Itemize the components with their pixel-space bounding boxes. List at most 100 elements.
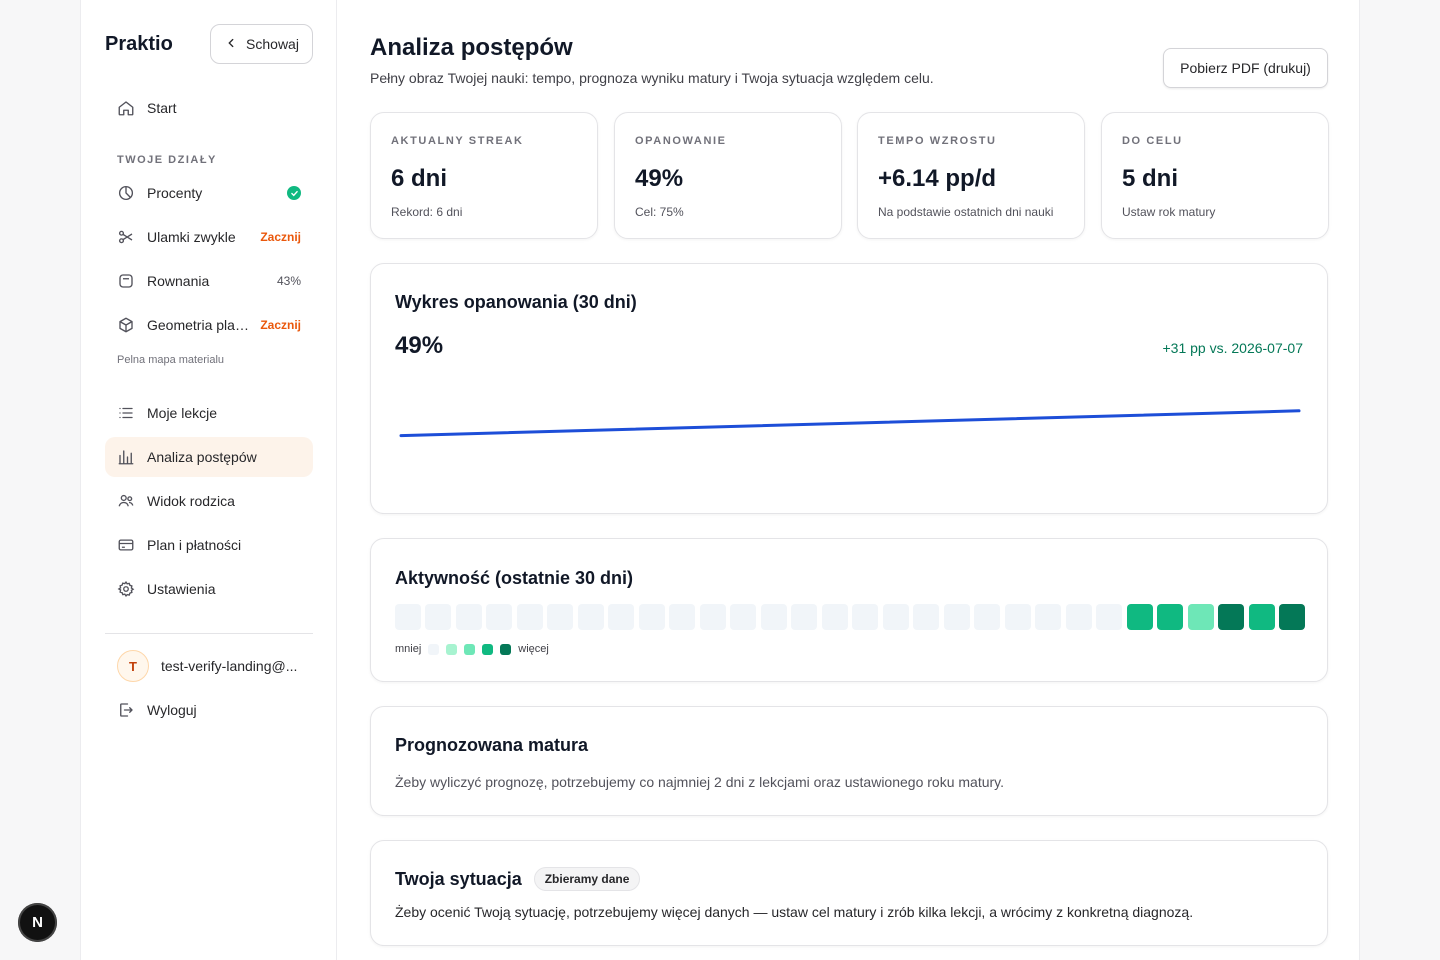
activity-day-cell xyxy=(852,604,879,630)
activity-day-cell xyxy=(1065,604,1092,630)
activity-day-cell xyxy=(1096,604,1123,630)
bar-chart-icon xyxy=(117,448,135,466)
legend-less: mniej xyxy=(395,643,422,655)
nav-start-label: Start xyxy=(147,100,177,116)
nav-analiza-postepow[interactable]: Analiza postępów xyxy=(105,437,313,477)
legend-swatch xyxy=(500,643,512,655)
kpi-value: 5 dni xyxy=(1122,165,1179,192)
users-icon xyxy=(117,492,135,510)
scissors-icon xyxy=(117,228,135,246)
kpi-label: Do celu xyxy=(1122,135,1183,147)
mastery-series-line xyxy=(399,409,1301,438)
activity-day-cell xyxy=(699,604,726,630)
credit-card-icon xyxy=(117,536,135,554)
kpi-streak: Aktualny streak 6 dni Rekord: 6 dni xyxy=(370,112,598,239)
sidebar: Praktio Schowaj Start TWOJE DZIAŁY Proce… xyxy=(81,0,337,960)
activity-day-cell xyxy=(577,604,604,630)
legend-swatch xyxy=(464,643,476,655)
activity-day-cell xyxy=(516,604,543,630)
activity-day-cell xyxy=(1279,604,1306,630)
activity-day-cell xyxy=(1248,604,1275,630)
chevron-left-icon xyxy=(224,36,238,53)
sidebar-divider xyxy=(105,633,313,634)
topic-rownania[interactable]: Rownania 43% xyxy=(105,261,313,301)
avatar: T xyxy=(117,650,149,682)
cube-icon xyxy=(117,316,135,334)
forecast-card: Prognozowana matura Żeby wyliczyć progno… xyxy=(370,706,1328,816)
download-pdf-button[interactable]: Pobierz PDF (drukuj) xyxy=(1163,48,1328,88)
activity-day-cell xyxy=(730,604,757,630)
topic-label: Procenty xyxy=(147,185,203,201)
section-title: TWOJE DZIAŁY xyxy=(117,154,217,166)
nextjs-dev-badge[interactable]: N xyxy=(18,903,57,942)
activity-day-cell xyxy=(1004,604,1031,630)
nav-label: Widok rodzica xyxy=(147,493,235,509)
topic-procenty[interactable]: Procenty xyxy=(105,173,313,213)
topic-label: Rownania xyxy=(147,273,210,289)
brand-logo: Praktio xyxy=(105,33,173,55)
activity-day-cell xyxy=(486,604,513,630)
legend-swatch xyxy=(446,643,458,655)
gear-icon xyxy=(117,580,135,598)
mastery-chart-card: Wykres opanowania (30 dni) 49% +31 pp vs… xyxy=(370,263,1328,514)
kpi-value: 6 dni xyxy=(391,165,448,192)
nav-label: Ustawienia xyxy=(147,581,216,597)
kpi-sub: Rekord: 6 dni xyxy=(391,205,463,219)
chart-delta: +31 pp vs. 2026-07-07 xyxy=(1162,340,1304,356)
nav-ustawienia[interactable]: Ustawienia xyxy=(105,569,313,609)
activity-day-cell xyxy=(1035,604,1062,630)
activity-title: Aktywność (ostatnie 30 dni) xyxy=(395,568,634,588)
hide-label: Schowaj xyxy=(246,36,299,52)
legend-swatch xyxy=(428,643,440,655)
activity-day-cell xyxy=(1157,604,1184,630)
activity-day-cell xyxy=(1187,604,1214,630)
full-map-link[interactable]: Pelna mapa materialu xyxy=(117,354,224,366)
progress-badge: 43% xyxy=(276,274,301,288)
logout-button[interactable]: Wyloguj xyxy=(105,690,313,730)
kpi-sub: Cel: 75% xyxy=(635,205,684,219)
nav-label: Plan i płatności xyxy=(147,537,242,553)
topic-geometria[interactable]: Geometria plaska Zacznij xyxy=(105,305,313,345)
kpi-sub: Ustaw rok matury xyxy=(1122,205,1216,219)
list-icon xyxy=(117,404,135,422)
brand-row: Praktio Schowaj xyxy=(105,24,313,64)
situation-header: Twoja sytuacja Zbieramy dane xyxy=(395,867,1303,891)
activity-day-cell xyxy=(455,604,482,630)
activity-card: Aktywność (ostatnie 30 dni) mniej więcej xyxy=(370,538,1328,682)
nav-label: Moje lekcje xyxy=(147,405,218,421)
activity-day-cell xyxy=(638,604,665,630)
nav-start[interactable]: Start xyxy=(105,88,313,128)
hide-sidebar-button[interactable]: Schowaj xyxy=(210,24,313,64)
nav-label: Analiza postępów xyxy=(147,449,257,465)
home-icon xyxy=(117,99,135,117)
legend-more: więcej xyxy=(518,643,549,655)
nav-plan-platnosci[interactable]: Plan i płatności xyxy=(105,525,313,565)
activity-day-cell xyxy=(913,604,940,630)
logout-icon xyxy=(117,701,135,719)
start-badge[interactable]: Zacznij xyxy=(260,318,301,332)
status-badge: Zbieramy dane xyxy=(533,867,641,891)
topic-ulamki[interactable]: Ulamki zwykle Zacznij xyxy=(105,217,313,257)
legend-swatch xyxy=(482,643,494,655)
page-title: Analiza postępów xyxy=(370,34,573,61)
activity-day-cell xyxy=(547,604,574,630)
nav-moje-lekcje[interactable]: Moje lekcje xyxy=(105,393,313,433)
activity-day-cell xyxy=(791,604,818,630)
user-account[interactable]: T test-verify-landing@... xyxy=(105,646,313,686)
activity-day-cell xyxy=(669,604,696,630)
chart-title: Wykres opanowania (30 dni) xyxy=(395,292,637,312)
forecast-text: Żeby wyliczyć prognozę, potrzebujemy co … xyxy=(395,774,1005,790)
activity-day-cell xyxy=(760,604,787,630)
activity-day-cell xyxy=(395,604,421,630)
nav-widok-rodzica[interactable]: Widok rodzica xyxy=(105,481,313,521)
forecast-title: Prognozowana matura xyxy=(395,735,589,755)
user-email: test-verify-landing@... xyxy=(161,658,298,674)
start-badge[interactable]: Zacznij xyxy=(260,230,301,244)
activity-day-cell xyxy=(882,604,909,630)
kpi-label: Aktualny streak xyxy=(391,135,524,147)
topic-label: Ulamki zwykle xyxy=(147,229,236,245)
activity-day-cell xyxy=(1126,604,1153,630)
kpi-mastery: Opanowanie 49% Cel: 75% xyxy=(614,112,842,239)
kpi-label: Tempo wzrostu xyxy=(878,135,997,147)
heatmap-legend: mniej więcej xyxy=(395,643,549,655)
